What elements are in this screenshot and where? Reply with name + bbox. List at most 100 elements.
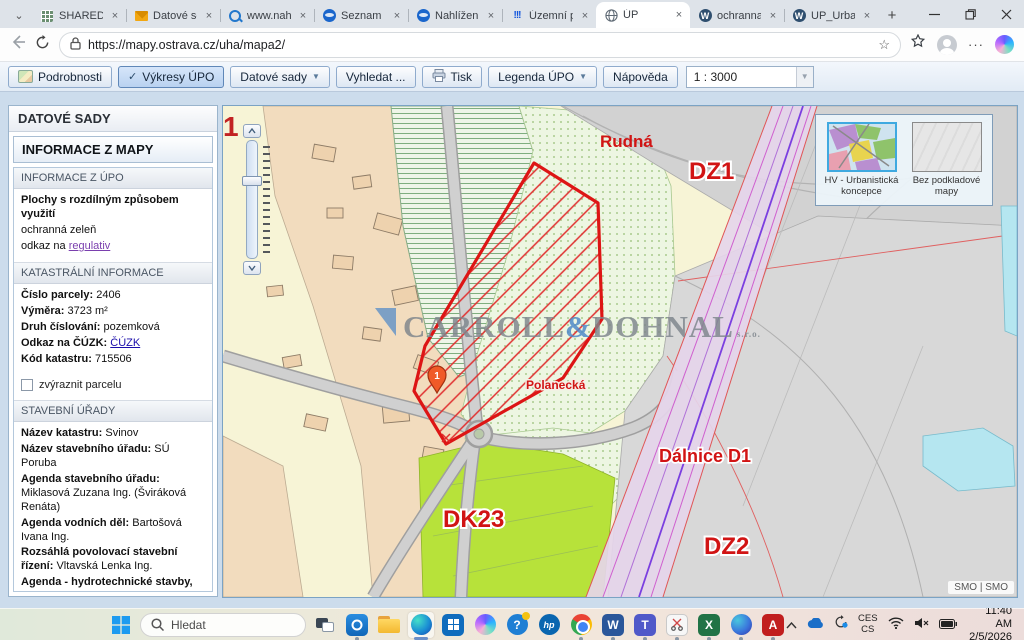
edge-secondary-icon[interactable] bbox=[728, 612, 754, 638]
label-dz2: DZ2 bbox=[704, 533, 749, 560]
close-icon[interactable]: × bbox=[672, 9, 686, 21]
legenda-upo-button[interactable]: Legenda ÚPO ▼ bbox=[488, 66, 597, 88]
close-icon[interactable]: × bbox=[296, 10, 310, 22]
chrome-icon[interactable] bbox=[568, 612, 594, 638]
tab-up-active[interactable]: ÚP × bbox=[596, 2, 690, 28]
field-row: Agenda vodních děl: Bartošová Ivana Ing. bbox=[14, 516, 212, 546]
cuzk-link[interactable]: ČÚZK bbox=[110, 337, 140, 349]
url-input[interactable]: https://mapy.ostrava.cz/uha/mapa2/ ☆ bbox=[59, 32, 901, 58]
close-icon[interactable]: × bbox=[390, 10, 404, 22]
label-polanecka: Polanecká bbox=[526, 378, 586, 392]
taskbar-search[interactable]: Hledat bbox=[140, 613, 306, 637]
onedrive-icon[interactable] bbox=[807, 616, 824, 634]
regulativ-link[interactable]: regulativ bbox=[69, 240, 111, 252]
highlight-parcel-checkbox[interactable] bbox=[21, 379, 33, 391]
field-row: Rozsáhlá povolovací stavební řízení: Vlt… bbox=[14, 545, 212, 575]
language-indicator[interactable]: CES CS bbox=[858, 614, 878, 635]
vyhledat-button[interactable]: Vyhledat ... bbox=[336, 66, 416, 88]
vykresy-upo-button[interactable]: ✓ Výkresy ÚPO bbox=[118, 66, 224, 88]
sync-icon[interactable] bbox=[834, 615, 848, 634]
tray-chevron-icon[interactable] bbox=[786, 616, 797, 634]
close-window-button[interactable] bbox=[988, 0, 1024, 28]
taskbar-clock[interactable]: 11:40 AM 2/5/2026 bbox=[967, 605, 1012, 640]
zoom-slider[interactable] bbox=[237, 124, 273, 276]
close-icon[interactable]: × bbox=[860, 10, 874, 22]
refresh-icon[interactable] bbox=[35, 35, 50, 55]
file-explorer-icon[interactable] bbox=[376, 612, 402, 638]
restore-button[interactable] bbox=[952, 0, 988, 28]
label-dk23: DK23 bbox=[443, 506, 504, 533]
outlook-icon[interactable] bbox=[344, 612, 370, 638]
collections-icon[interactable] bbox=[910, 34, 926, 55]
task-view-icon[interactable] bbox=[312, 612, 338, 638]
section-header-cadastre: KATASTRÁLNÍ INFORMACE bbox=[14, 262, 212, 284]
field-row: Odkaz na ČÚZK: ČÚZK bbox=[14, 336, 212, 352]
snipping-tool-icon[interactable] bbox=[664, 612, 690, 638]
acrobat-icon[interactable]: A bbox=[760, 612, 786, 638]
zoom-out-button[interactable] bbox=[243, 261, 261, 275]
napoveda-button[interactable]: Nápověda bbox=[603, 66, 678, 88]
back-icon[interactable] bbox=[10, 34, 26, 55]
start-button[interactable] bbox=[108, 612, 134, 638]
tab-up-urbanismus[interactable]: W UP_Urbanism × bbox=[784, 3, 878, 28]
podrobnosti-button[interactable]: Podrobnosti bbox=[8, 66, 112, 88]
scale-combobox[interactable]: 1 : 3000 ▼ bbox=[686, 66, 814, 88]
tisk-button[interactable]: Tisk bbox=[422, 66, 483, 88]
close-icon[interactable]: × bbox=[108, 10, 122, 22]
label-rudna: Rudná bbox=[600, 132, 653, 151]
tab-datove-schranky[interactable]: Datové schrán × bbox=[126, 3, 220, 28]
field-row: Výměra: 3723 m² bbox=[14, 304, 212, 320]
field-row: Agenda stavebního úřadu: Miklasová Zuzan… bbox=[14, 472, 212, 516]
copilot-taskbar-icon[interactable] bbox=[472, 612, 498, 638]
volume-muted-icon[interactable] bbox=[914, 616, 929, 634]
close-icon[interactable]: × bbox=[202, 10, 216, 22]
browser-menu-icon[interactable]: ··· bbox=[968, 37, 984, 52]
windows-taskbar: Hledat ? hp W T X bbox=[0, 608, 1024, 640]
datove-sady-button[interactable]: Datové sady ▼ bbox=[230, 66, 330, 88]
envelope-icon bbox=[134, 9, 148, 23]
edge-icon[interactable] bbox=[408, 612, 434, 638]
close-icon[interactable]: × bbox=[766, 10, 780, 22]
close-icon[interactable]: × bbox=[578, 10, 592, 22]
close-icon[interactable]: × bbox=[484, 10, 498, 22]
basemap-thumbnail-none[interactable] bbox=[912, 122, 982, 172]
basemap-thumbnail-selected[interactable] bbox=[827, 122, 897, 172]
tab-uzemni-plan[interactable]: !!! Územní plán O × bbox=[502, 3, 596, 28]
highlight-parcel-row: zvýraznit parcelu bbox=[14, 368, 212, 400]
section-header-authorities: STAVEBNÍ ÚŘADY bbox=[14, 400, 212, 422]
wifi-icon[interactable] bbox=[888, 616, 904, 634]
teams-icon[interactable]: T bbox=[632, 612, 658, 638]
upo-zone-name: ochranná zeleň bbox=[14, 223, 212, 239]
tab-nahlizeni-web[interactable]: www.nahlizeni × bbox=[220, 3, 314, 28]
microsoft-store-icon[interactable] bbox=[440, 612, 466, 638]
tab-ochranna-zelen[interactable]: W ochranna_zele × bbox=[690, 3, 784, 28]
tab-nahlizeni-katastr[interactable]: Nahlížení do k × bbox=[408, 3, 502, 28]
label-dalnice-d1: Dálnice D1 bbox=[659, 446, 751, 466]
excel-icon[interactable]: X bbox=[696, 612, 722, 638]
tab-search-icon[interactable]: ⌄ bbox=[6, 3, 32, 28]
battery-icon[interactable] bbox=[939, 616, 957, 634]
new-tab-button[interactable]: + bbox=[878, 3, 906, 28]
chevron-down-icon[interactable]: ▼ bbox=[796, 67, 813, 87]
word-icon[interactable]: W bbox=[600, 612, 626, 638]
minimize-button[interactable] bbox=[916, 0, 952, 28]
profile-avatar[interactable] bbox=[937, 35, 957, 55]
hp-support-icon[interactable]: ? bbox=[504, 612, 530, 638]
tab-seznam-nemovitosti[interactable]: Seznam nemo × bbox=[314, 3, 408, 28]
map-canvas[interactable]: CARROLL&DOHNALs.r.o. 1 Rudná DZ1 Polanec… bbox=[222, 105, 1018, 598]
zoom-handle[interactable] bbox=[242, 176, 262, 186]
field-row: Druh číslování: pozemková bbox=[14, 320, 212, 336]
basemap-none[interactable]: Bez podkladové mapy bbox=[909, 122, 984, 198]
field-row: Kód katastru: 715506 bbox=[14, 352, 212, 368]
field-row: Agenda - hydrotechnické stavby, kanaliza… bbox=[14, 575, 212, 592]
basemap-urbanisticka[interactable]: HV - Urbanistická koncepce bbox=[824, 122, 899, 198]
hp-icon[interactable]: hp bbox=[536, 612, 562, 638]
magnifier-icon bbox=[228, 9, 242, 23]
svg-text:CARROLL&DOHNALs.r.o.: CARROLL&DOHNALs.r.o. bbox=[403, 309, 761, 344]
zoom-track[interactable] bbox=[246, 140, 258, 259]
zoom-in-button[interactable] bbox=[243, 124, 261, 138]
bookmark-star-icon[interactable]: ☆ bbox=[878, 37, 890, 53]
chevron-down-icon: ▼ bbox=[579, 72, 587, 81]
tab-shared-list[interactable]: SHARED LIST × bbox=[32, 3, 126, 28]
copilot-icon[interactable] bbox=[995, 35, 1014, 54]
